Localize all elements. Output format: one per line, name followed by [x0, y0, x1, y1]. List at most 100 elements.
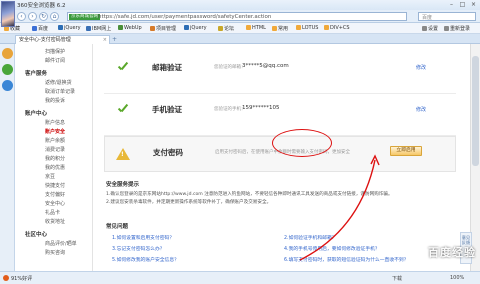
tab-close-icon[interactable]: ×: [103, 36, 107, 44]
bookmark-label: jQuery: [64, 25, 81, 31]
scroll-thumb[interactable]: [472, 56, 479, 166]
search-placeholder: 百度: [422, 15, 433, 21]
bookmark-icon: [246, 25, 251, 30]
email-label: 您验证的邮箱：: [214, 65, 246, 70]
bookmark-label: 论坛: [224, 26, 235, 32]
weibo-icon[interactable]: [2, 80, 13, 91]
tip-line: 2.建议您安装杀毒软件，并定期更新操作系统等软件补丁，确保账户及交易安全。: [106, 200, 272, 205]
sidebar-item[interactable]: 礼品卡: [45, 209, 60, 216]
sidebar-item[interactable]: 收货地址: [45, 218, 65, 225]
watermark: 百度经验: [428, 246, 476, 259]
faq-link[interactable]: 5.如何修改我的账户安全信息？: [112, 256, 179, 263]
faq-link[interactable]: 6.填写支付密码时，获取的短信验证码为什么一直收不到？: [284, 256, 409, 263]
new-tab-icon[interactable]: +: [112, 36, 117, 43]
bookmark-icon: [86, 26, 91, 31]
bookmark-icon: [272, 26, 277, 31]
sidebar-item[interactable]: 消费记录: [45, 146, 65, 153]
sidebar-item[interactable]: 支付偏好: [45, 191, 65, 198]
bookmark-icon: [58, 25, 63, 30]
minimize-button[interactable]: –: [447, 1, 456, 8]
bookmark-item[interactable]: 百度: [32, 25, 48, 32]
bookmark-item[interactable]: jQuery: [58, 25, 81, 31]
bookmark-item[interactable]: 常用: [272, 25, 288, 32]
check-icon: [116, 104, 128, 116]
nav-group-title: 客户服务: [25, 71, 48, 77]
bookmark-label: DIV+CS: [330, 25, 350, 31]
email-modify-link[interactable]: 修改: [416, 64, 426, 71]
side-strip: [0, 44, 15, 271]
url-text: https://safe.jd.com/user/paymentpassword…: [98, 14, 272, 20]
sidebar-item[interactable]: 我的积分: [45, 155, 65, 162]
email-value: 3*****5@qq.com: [242, 63, 289, 69]
refresh-icon[interactable]: ↻: [39, 12, 48, 21]
bookmark-icon: [444, 26, 449, 31]
email-verify-title: 邮箱验证: [152, 63, 182, 72]
tips-title: 安全服务提示: [106, 182, 140, 188]
favorites-icon[interactable]: [2, 48, 13, 59]
phone-verify-row: 手机验证 您验证的手机： 159******105 修改: [104, 94, 456, 136]
check-icon: [116, 62, 128, 74]
sidebar-item[interactable]: 购买咨询: [45, 249, 65, 256]
bookmark-icon: [150, 26, 155, 31]
bookmark-item[interactable]: DIV+CS: [324, 25, 350, 31]
bookmark-item[interactable]: 论坛: [218, 25, 234, 32]
home-icon[interactable]: ⌂: [50, 12, 59, 21]
bookmark-item[interactable]: 重新登录: [444, 25, 470, 32]
bookmark-item[interactable]: HTML: [246, 25, 266, 31]
download-status[interactable]: 下载: [392, 275, 402, 282]
sidebar-item[interactable]: 邮件订阅: [45, 57, 65, 64]
bookmark-item[interactable]: IBM网上: [86, 25, 111, 32]
phone-modify-link[interactable]: 修改: [416, 106, 426, 113]
avatar[interactable]: [1, 1, 15, 27]
sidebar-item[interactable]: 京豆: [45, 173, 55, 180]
sidebar-item[interactable]: 我的优惠: [45, 164, 65, 171]
enable-paypwd-button[interactable]: 立即启用: [390, 146, 422, 156]
sidebar-item[interactable]: 账户余额: [45, 137, 65, 144]
sidebar-item[interactable]: 账户安全: [45, 128, 65, 135]
forward-icon[interactable]: ›: [28, 12, 37, 21]
bookmark-item[interactable]: LOTUS: [296, 25, 318, 31]
sidebar-item[interactable]: 取消订单记录: [45, 88, 75, 95]
bookmark-item[interactable]: 设置: [422, 25, 438, 32]
bookmark-label: HTML: [252, 25, 266, 31]
faq-link[interactable]: 4.我的手机号停用后，要如何修改验证手机？: [284, 245, 380, 252]
faq-title: 常见问题: [106, 224, 129, 230]
bookmark-item[interactable]: WebUp: [118, 25, 142, 31]
sidebar-item[interactable]: 安全中心: [45, 200, 65, 207]
security-tips: 安全服务提示 1.确认您登录的是京东网站http://www.jd.com 注意…: [106, 180, 458, 207]
nav-group-title: 账户中心: [25, 111, 48, 117]
bookmark-label: jQuery: [190, 25, 207, 31]
bookmark-icon: [218, 26, 223, 31]
search-input[interactable]: 百度: [418, 12, 476, 21]
bookmark-item[interactable]: 项目管理: [150, 25, 176, 32]
bookmark-label: 设置: [428, 26, 439, 32]
sidebar-item[interactable]: 我的投诉: [45, 97, 65, 104]
url-input[interactable]: 京东商城官网 https://safe.jd.com/user/paymentp…: [67, 12, 407, 21]
app-icon[interactable]: [2, 64, 13, 75]
title-bar: 360安全浏览器 6.2 – □ ×: [0, 0, 480, 10]
bookmark-label: 项目管理: [156, 26, 177, 32]
secure-badge: 京东商城官网: [69, 14, 100, 20]
bookmark-label: 百度: [38, 26, 49, 32]
sidebar-item[interactable]: 账户信息: [45, 119, 65, 126]
sidebar-item[interactable]: 扫描保护: [45, 48, 65, 55]
faq-link[interactable]: 3.忘记支付密码怎么办？: [112, 245, 165, 252]
back-icon[interactable]: ‹: [17, 12, 26, 21]
zoom-level[interactable]: 100%: [450, 275, 464, 281]
bookmark-icon: [324, 25, 329, 30]
tab-label: 安全中心-支付密码管理: [19, 37, 71, 43]
bookmark-label: 重新登录: [450, 26, 471, 32]
bookmark-item[interactable]: jQuery: [184, 25, 207, 31]
sidebar-item[interactable]: 商品评价/晒单: [45, 240, 77, 247]
faq-link[interactable]: 2.如何验证手机和邮箱？: [284, 234, 337, 241]
nav-group-title: 社区中心: [25, 232, 48, 238]
phone-value: 159******105: [242, 105, 280, 111]
sidebar-item[interactable]: 快捷支付: [45, 182, 65, 189]
sidebar-item[interactable]: 返修/退换货: [45, 79, 72, 86]
close-button[interactable]: ×: [469, 1, 478, 8]
bookmark-label: WebUp: [124, 25, 142, 31]
tab-safety-center[interactable]: 安全中心-支付密码管理 ×: [15, 35, 110, 44]
bookmark-label: LOTUS: [302, 25, 319, 31]
maximize-button[interactable]: □: [458, 1, 467, 8]
faq-link[interactable]: 1.如何设置和启用支付密码？: [112, 234, 174, 241]
